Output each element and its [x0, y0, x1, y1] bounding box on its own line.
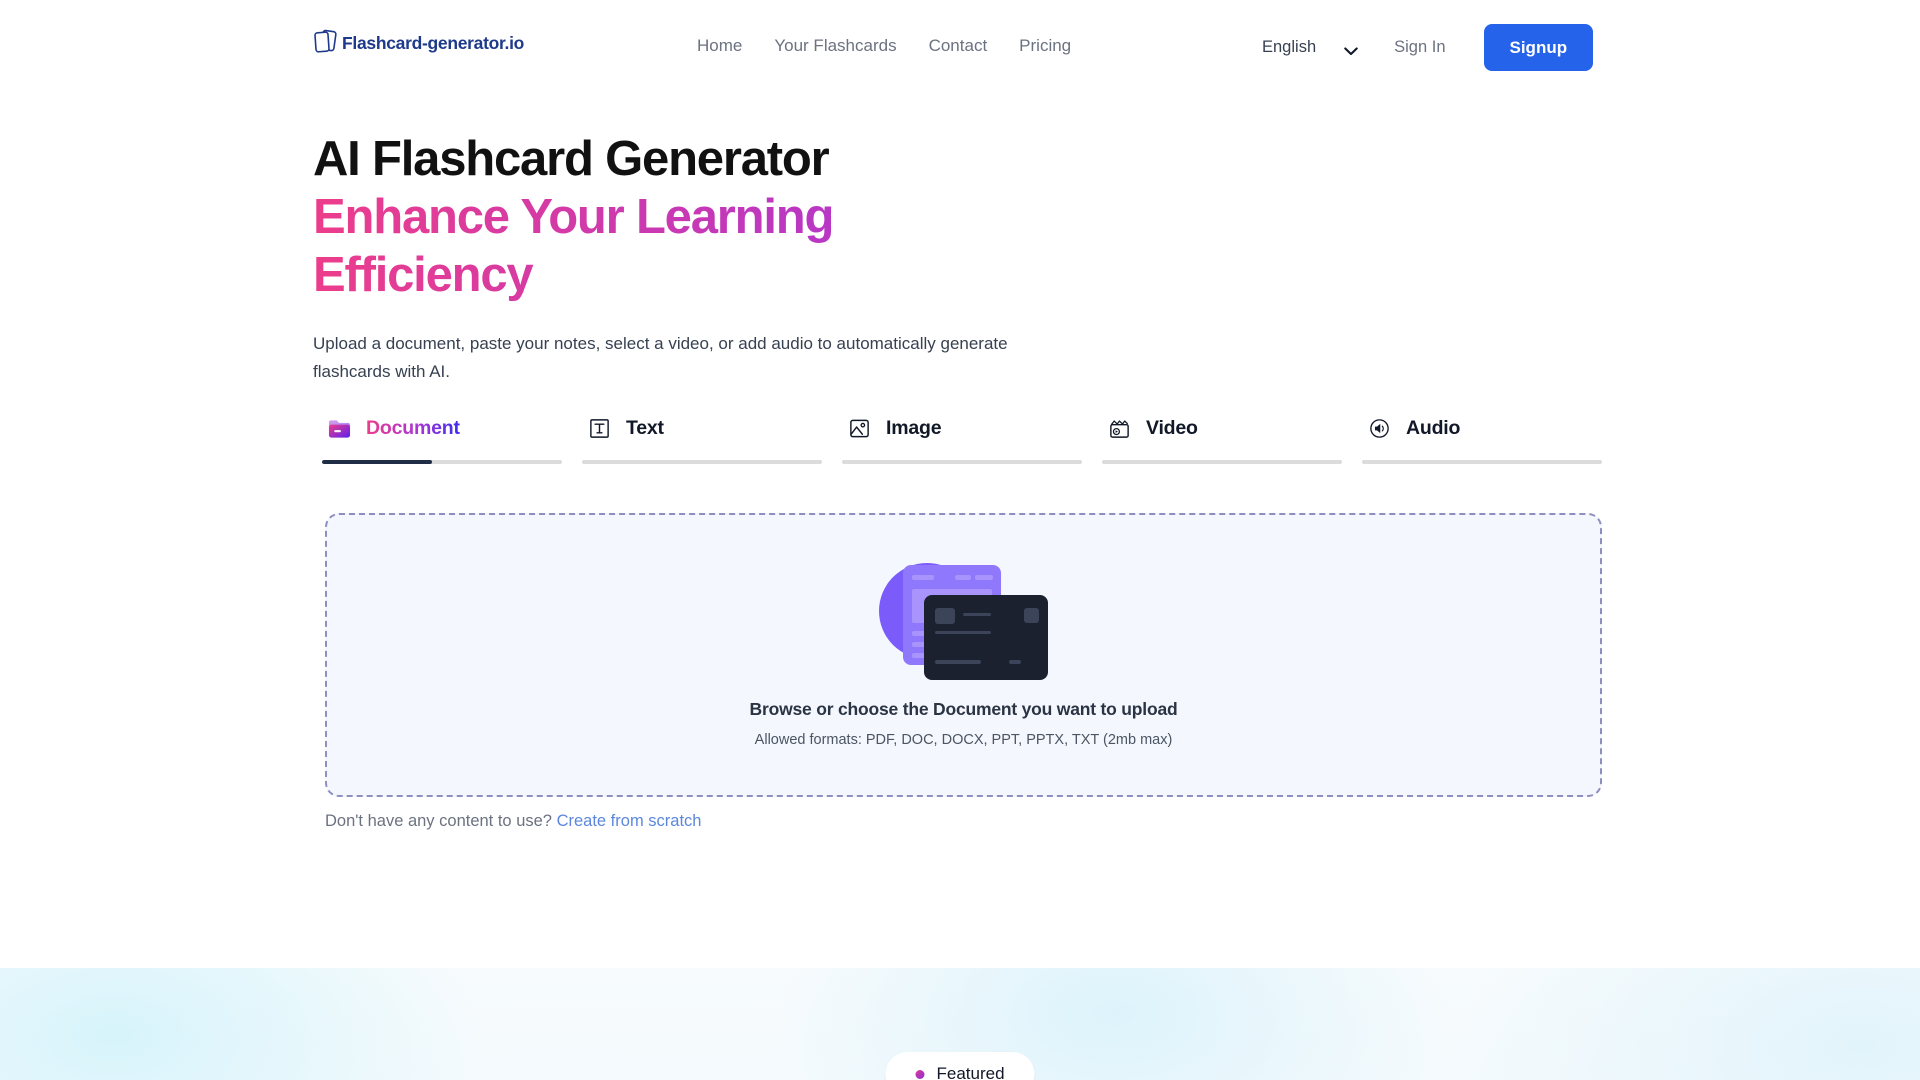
language-selector[interactable]: English	[1262, 38, 1358, 57]
logo-text: Flashcard-generator.io	[342, 32, 525, 53]
tab-audio-head: Audio	[1362, 408, 1602, 448]
hero-section: AI Flashcard Generator Enhance Your Lear…	[313, 130, 1603, 386]
speaker-icon	[1366, 415, 1392, 441]
tab-video-head: Video	[1102, 408, 1342, 448]
tab-audio-label: Audio	[1406, 416, 1461, 439]
featured-dot-icon	[915, 1069, 925, 1079]
source-type-tabs: Document Text Image Video Audio	[322, 408, 1602, 464]
tab-image-head: Image	[842, 408, 1082, 448]
upload-title: Browse or choose the Document you want t…	[749, 698, 1178, 719]
nav-item-pricing[interactable]: Pricing	[1019, 36, 1071, 56]
nav-item-your-flashcards[interactable]: Your Flashcards	[774, 36, 896, 56]
text-box-icon	[586, 415, 612, 441]
clapperboard-icon	[1106, 415, 1132, 441]
page-title: AI Flashcard Generator Enhance Your Lear…	[313, 130, 1603, 304]
tab-image-indicator	[842, 460, 1082, 464]
create-from-scratch-link[interactable]: Create from scratch	[557, 812, 702, 830]
status-badge: Featured	[885, 1052, 1035, 1080]
tab-image-label: Image	[886, 416, 942, 439]
tab-audio[interactable]: Audio	[1362, 408, 1602, 464]
site-header: Flashcard-generator.io Home Your Flashca…	[0, 0, 1920, 96]
scratch-prompt-text: Don't have any content to use?	[325, 812, 552, 830]
flashcards-icon	[313, 28, 339, 58]
upload-allowed-formats: Allowed formats: PDF, DOC, DOCX, PPT, PP…	[754, 731, 1173, 748]
tab-video[interactable]: Video	[1102, 408, 1342, 464]
create-from-scratch-row: Don't have any content to use? Create fr…	[325, 812, 701, 831]
tab-text[interactable]: Text	[582, 408, 822, 464]
tab-document-indicator	[322, 460, 562, 464]
tab-text-indicator	[582, 460, 822, 464]
folder-icon	[326, 415, 352, 441]
tab-text-head: Text	[582, 408, 822, 448]
chevron-down-icon	[1344, 43, 1358, 56]
tab-document[interactable]: Document	[322, 408, 562, 464]
nav-item-contact[interactable]: Contact	[929, 36, 988, 56]
tab-video-indicator	[1102, 460, 1342, 464]
image-icon	[846, 415, 872, 441]
header-actions: English Sign In Signup	[1262, 20, 1594, 75]
illustration-dark-card	[923, 594, 1048, 680]
hero-title-line-3: Efficiency	[313, 246, 1603, 304]
tab-document-head: Document	[322, 408, 562, 448]
tab-video-label: Video	[1146, 416, 1198, 439]
hero-subtitle: Upload a document, paste your notes, sel…	[313, 334, 1008, 381]
hero-title-line-1: AI Flashcard Generator	[313, 132, 830, 186]
file-upload-dropzone[interactable]: Browse or choose the Document you want t…	[325, 513, 1602, 797]
sign-in-link[interactable]: Sign In	[1394, 38, 1445, 57]
document-cards-illustration	[878, 562, 1049, 681]
main-nav: Home Your Flashcards Contact Pricing	[697, 36, 1071, 56]
featured-label: Featured	[936, 1064, 1005, 1080]
tab-image[interactable]: Image	[842, 408, 1082, 464]
hero-title-line-2: Enhance Your Learning	[313, 188, 1603, 246]
logo[interactable]: Flashcard-generator.io	[313, 28, 524, 58]
tab-text-label: Text	[626, 416, 664, 439]
nav-item-home[interactable]: Home	[697, 36, 742, 56]
signup-button[interactable]: Signup	[1483, 24, 1594, 71]
tab-audio-indicator	[1362, 460, 1602, 464]
language-selected-label: English	[1262, 38, 1317, 56]
tab-document-label: Document	[366, 416, 460, 439]
